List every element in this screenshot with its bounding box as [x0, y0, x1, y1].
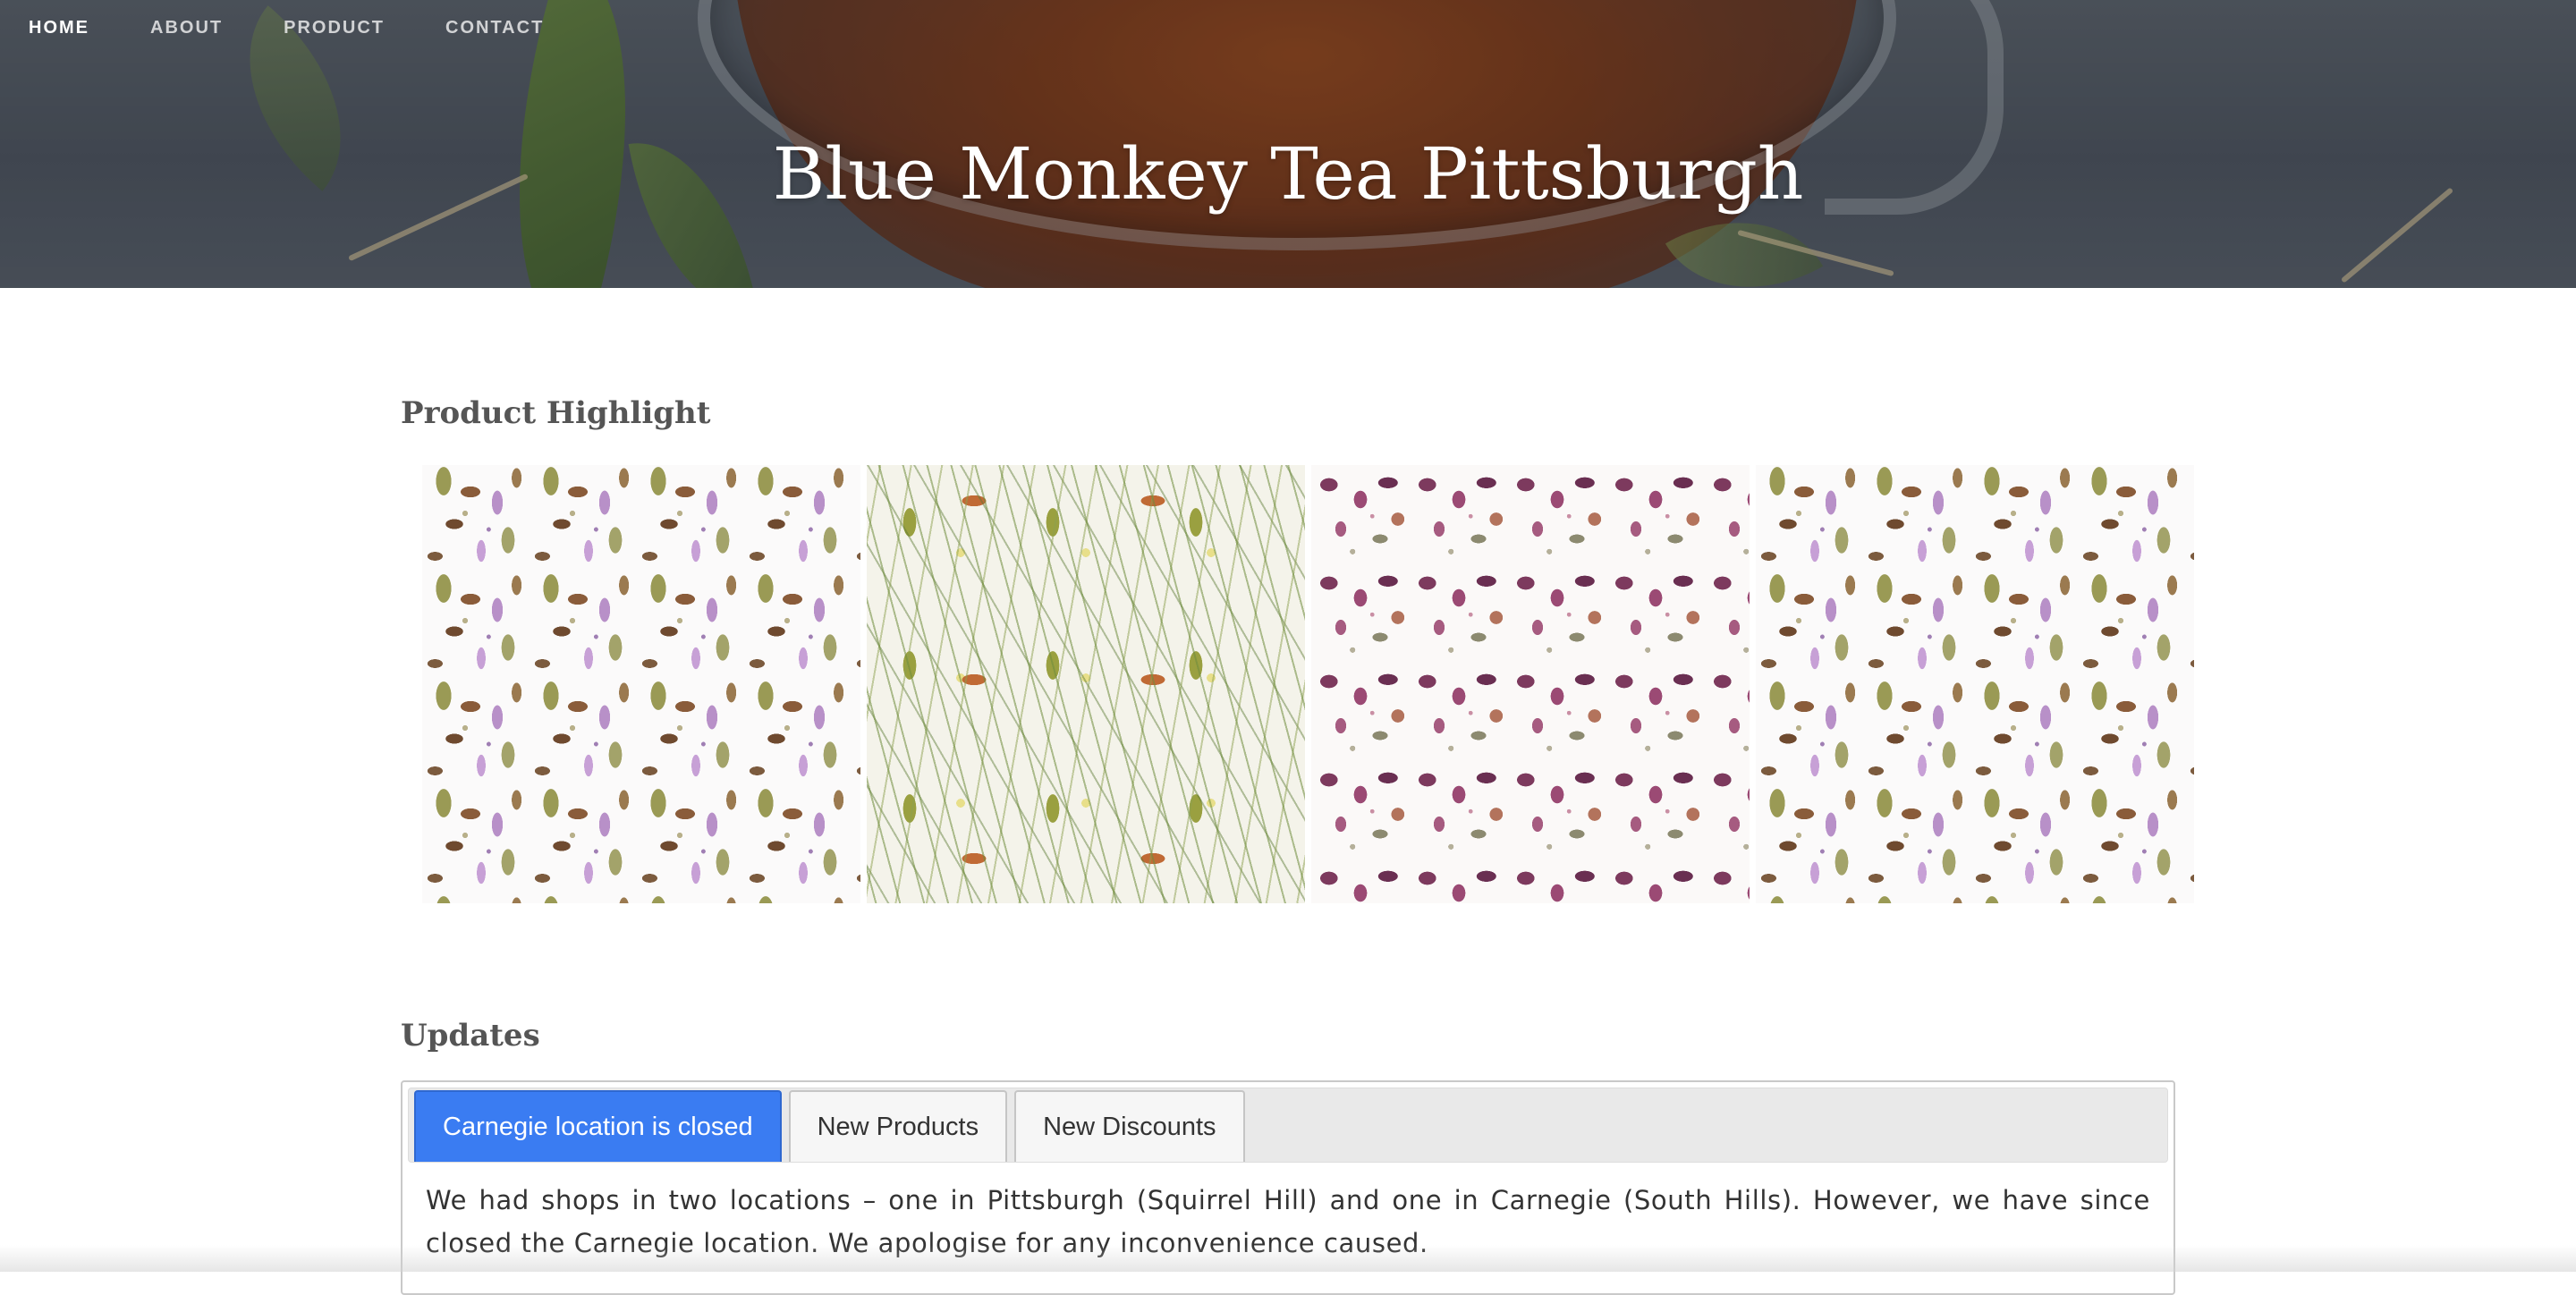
tab-panel-text: We had shops in two locations – one in P…	[426, 1185, 2150, 1258]
nav-product-link[interactable]: PRODUCT	[284, 18, 385, 38]
tab-new-products[interactable]: New Products	[788, 1090, 1008, 1162]
updates-tabs: Carnegie location is closed New Products…	[401, 1080, 2175, 1295]
nav-about-link[interactable]: ABOUT	[150, 18, 223, 38]
tab-carnegie-closed[interactable]: Carnegie location is closed	[414, 1090, 782, 1162]
product-gallery	[422, 465, 2194, 903]
site-title: Blue Monkey Tea Pittsburgh	[772, 132, 1804, 216]
herbal-tea-blend-image[interactable]	[422, 465, 860, 903]
herbal-tea-blend-image[interactable]	[1756, 465, 2194, 903]
tab-new-discounts[interactable]: New Discounts	[1014, 1090, 1245, 1162]
hero-banner: HOME ABOUT PRODUCT CONTACT Blue Monkey T…	[0, 0, 2576, 288]
product-highlight-heading: Product Highlight	[401, 395, 711, 431]
green-grass-tea-blend-image[interactable]	[867, 465, 1305, 903]
top-nav: HOME ABOUT PRODUCT CONTACT	[29, 18, 605, 38]
tab-bar: Carnegie location is closed New Products…	[408, 1088, 2168, 1163]
rose-petal-tea-blend-image[interactable]	[1311, 465, 1750, 903]
nav-home-link[interactable]: HOME	[29, 18, 89, 38]
nav-contact-link[interactable]: CONTACT	[445, 18, 544, 38]
updates-heading: Updates	[401, 1018, 540, 1054]
